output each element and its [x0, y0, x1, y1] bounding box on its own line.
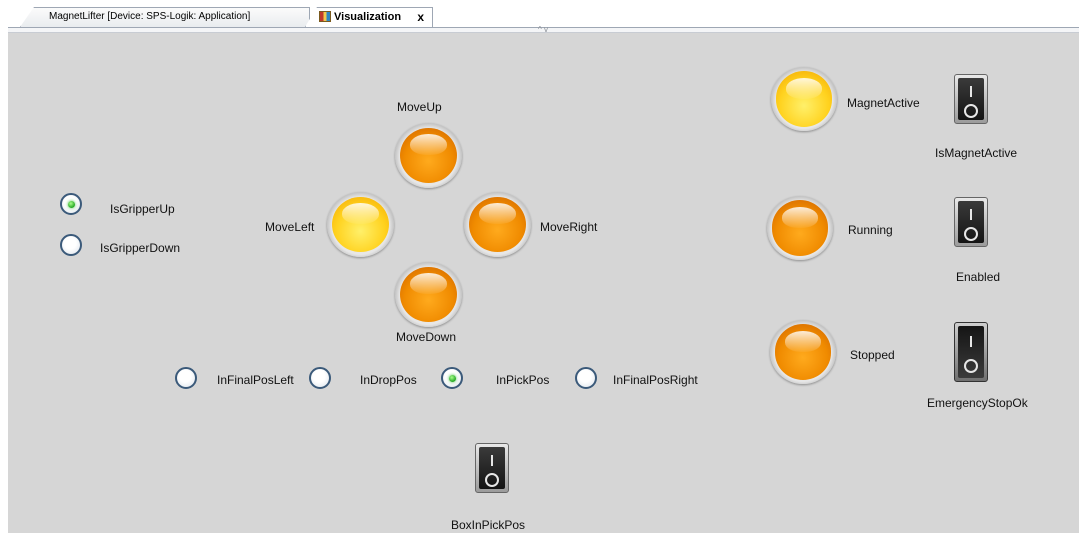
- is-magnet-active-label: IsMagnetActive: [935, 146, 1018, 160]
- tab-magnetlifter-application[interactable]: MagnetLifter [Device: SPS-Logik: Applica…: [20, 7, 310, 27]
- in-pick-pos-radio[interactable]: [441, 367, 463, 389]
- tab-visualization[interactable]: Visualization x: [305, 7, 433, 27]
- is-gripper-down-label: IsGripperDown: [100, 241, 181, 255]
- stopped-lamp: [770, 320, 836, 384]
- switch-on-mark-icon: [970, 86, 972, 97]
- in-final-pos-left-radio[interactable]: [175, 367, 197, 389]
- running-lamp: [767, 196, 833, 260]
- move-up-label: MoveUp: [397, 100, 442, 114]
- box-in-pick-pos-switch[interactable]: [475, 443, 509, 493]
- in-final-pos-left-label: InFinalPosLeft: [217, 373, 294, 387]
- tab-label: MagnetLifter [Device: SPS-Logik: Applica…: [49, 11, 251, 22]
- move-left-lamp: [327, 192, 394, 257]
- in-drop-pos-label: InDropPos: [360, 373, 417, 387]
- enabled-switch[interactable]: [954, 197, 988, 247]
- is-gripper-down-radio[interactable]: [60, 234, 82, 256]
- box-in-pick-pos-label: BoxInPickPos: [451, 518, 526, 532]
- magnet-active-label: MagnetActive: [847, 96, 920, 110]
- switch-off-mark-icon: [964, 359, 978, 373]
- switch-on-mark-icon: [491, 455, 493, 466]
- is-gripper-up-label: IsGripperUp: [110, 202, 175, 216]
- is-gripper-up-radio[interactable]: [60, 193, 82, 215]
- emergency-stop-ok-label: EmergencyStopOk: [927, 396, 1028, 410]
- switch-off-mark-icon: [964, 104, 978, 118]
- switch-off-mark-icon: [964, 227, 978, 241]
- switch-on-mark-icon: [970, 336, 972, 347]
- move-up-lamp: [395, 123, 462, 188]
- close-icon[interactable]: x: [417, 8, 424, 26]
- radio-selected-indicator: [449, 375, 456, 382]
- in-final-pos-right-radio[interactable]: [575, 367, 597, 389]
- visualization-canvas: MoveUp MoveLeft MoveRight MoveDown IsGri…: [8, 33, 1079, 533]
- move-right-label: MoveRight: [540, 220, 598, 234]
- move-down-lamp: [395, 262, 462, 327]
- visualization-icon: [319, 11, 331, 22]
- switch-off-mark-icon: [485, 473, 499, 487]
- move-right-lamp: [464, 192, 531, 257]
- radio-selected-indicator: [68, 201, 75, 208]
- move-down-label: MoveDown: [396, 330, 457, 344]
- move-left-label: MoveLeft: [265, 220, 315, 234]
- switch-on-mark-icon: [970, 209, 972, 220]
- in-drop-pos-radio[interactable]: [309, 367, 331, 389]
- emergency-stop-ok-switch[interactable]: [954, 322, 988, 382]
- in-pick-pos-label: InPickPos: [496, 373, 550, 387]
- is-magnet-active-switch[interactable]: [954, 74, 988, 124]
- magnet-active-lamp: [771, 67, 837, 131]
- stopped-label: Stopped: [850, 348, 895, 362]
- running-label: Running: [848, 223, 893, 237]
- in-final-pos-right-label: InFinalPosRight: [613, 373, 698, 387]
- tab-label: Visualization: [334, 11, 402, 23]
- enabled-label: Enabled: [956, 270, 1001, 284]
